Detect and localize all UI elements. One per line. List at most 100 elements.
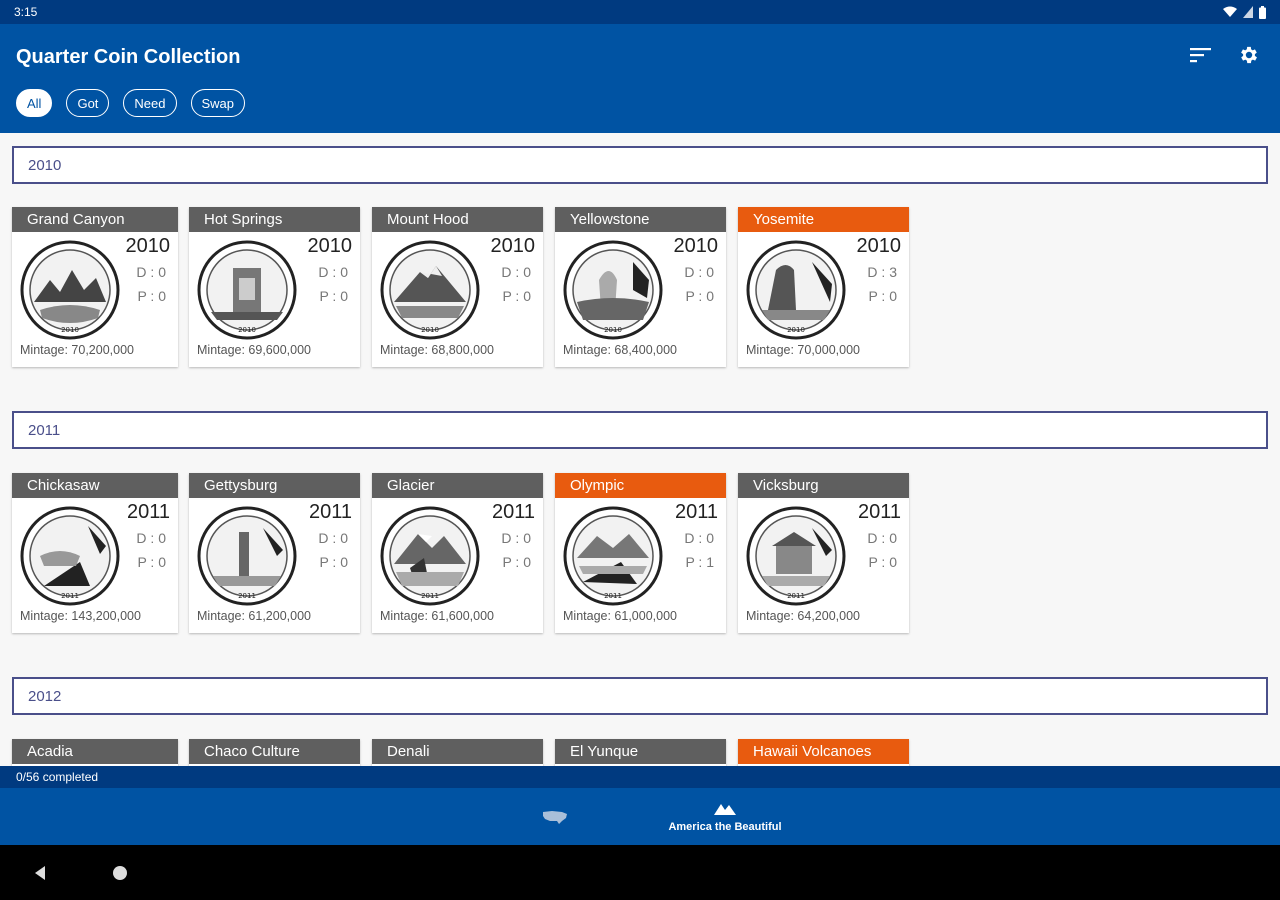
svg-text:2011: 2011 xyxy=(787,592,805,600)
filter-chip-need[interactable]: Need xyxy=(123,89,177,117)
coin-d-count: D : 0 xyxy=(684,530,714,546)
system-navigation-bar xyxy=(0,845,1280,900)
coin-name: Chickasaw xyxy=(12,473,178,498)
coin-d-count: D : 3 xyxy=(867,264,897,280)
year-header-2012: 2012 xyxy=(12,677,1268,715)
filter-chip-swap[interactable]: Swap xyxy=(190,89,246,117)
svg-text:2010: 2010 xyxy=(787,326,805,334)
coin-p-count: P : 0 xyxy=(319,554,348,570)
coin-card-chickasaw[interactable]: Chickasaw 2011 2011 D : 0 P : 0 Mintage:… xyxy=(12,473,178,633)
coin-p-count: P : 0 xyxy=(685,288,714,304)
nav-item-states[interactable] xyxy=(520,788,590,845)
coin-card-hot-springs[interactable]: Hot Springs 2010 2010 D : 0 P : 0 Mintag… xyxy=(189,207,360,367)
coin-d-count: D : 0 xyxy=(318,264,348,280)
coin-p-count: P : 0 xyxy=(502,288,531,304)
coin-year: 2011 xyxy=(308,501,352,523)
coin-image: 2011 xyxy=(746,506,846,606)
app-bar: Quarter Coin Collection All Got Need Swa… xyxy=(0,24,1280,133)
settings-button[interactable] xyxy=(1236,42,1262,68)
coin-name: Grand Canyon xyxy=(12,207,178,232)
coin-image: 2010 xyxy=(746,240,846,340)
coin-year: 2010 xyxy=(307,235,353,257)
usa-map-icon xyxy=(543,810,567,824)
coin-card-acadia[interactable]: Acadia xyxy=(12,739,178,766)
coin-p-count: P : 1 xyxy=(685,554,714,570)
coin-name: Chaco Culture xyxy=(189,739,360,764)
year-header-label: 2011 xyxy=(28,421,61,439)
coin-card-olympic[interactable]: Olympic 2011 2011 D : 0 P : 1 Mintage: 6… xyxy=(555,473,726,633)
coin-image: 2010 xyxy=(563,240,663,340)
gear-icon xyxy=(1241,46,1257,64)
coin-mintage: Mintage: 61,000,000 xyxy=(563,609,677,623)
coin-card-denali[interactable]: Denali xyxy=(372,739,543,766)
filter-chips: All Got Need Swap xyxy=(16,89,246,117)
year-header-label: 2012 xyxy=(28,687,62,705)
coin-year: 2011 xyxy=(674,501,718,523)
app-title: Quarter Coin Collection xyxy=(16,46,241,68)
home-button[interactable] xyxy=(108,861,132,885)
app-bar-actions xyxy=(1188,42,1262,68)
coin-year: 2010 xyxy=(490,235,536,257)
nav-item-label: America the Beautiful xyxy=(668,820,782,833)
coin-year: 2011 xyxy=(857,501,901,523)
nav-item-america-the-beautiful[interactable]: America the Beautiful xyxy=(650,788,800,845)
coin-p-count: P : 0 xyxy=(137,288,166,304)
coin-name: Hawaii Volcanoes xyxy=(738,739,909,764)
year-header-2011: 2011 xyxy=(12,411,1268,449)
svg-text:2011: 2011 xyxy=(238,592,256,600)
coin-card-glacier[interactable]: Glacier 2011 2011 D : 0 P : 0 Mintage: 6… xyxy=(372,473,543,633)
coin-d-count: D : 0 xyxy=(318,530,348,546)
filter-chip-got[interactable]: Got xyxy=(66,89,110,117)
wifi-icon xyxy=(1223,6,1237,17)
coin-mintage: Mintage: 70,000,000 xyxy=(746,343,860,357)
svg-text:2010: 2010 xyxy=(604,326,622,334)
coin-image: 2011 xyxy=(380,506,480,606)
coin-year: 2011 xyxy=(491,501,535,523)
coin-list[interactable]: 2010 Grand Canyon 2010 2010 D : 0 P : 0 … xyxy=(0,133,1280,766)
coin-name: El Yunque xyxy=(555,739,726,764)
year-header-label: 2010 xyxy=(28,156,62,174)
svg-text:2011: 2011 xyxy=(421,592,439,600)
coin-name: Gettysburg xyxy=(189,473,360,498)
coin-card-hawaii-volcanoes[interactable]: Hawaii Volcanoes xyxy=(738,739,909,766)
coin-p-count: P : 0 xyxy=(502,554,531,570)
coin-year: 2011 xyxy=(126,501,170,523)
coin-card-mount-hood[interactable]: Mount Hood 2010 2010 D : 0 P : 0 Mintage… xyxy=(372,207,543,367)
coin-d-count: D : 0 xyxy=(136,530,166,546)
coin-name: Acadia xyxy=(12,739,178,764)
coin-p-count: P : 0 xyxy=(868,288,897,304)
coin-d-count: D : 0 xyxy=(867,530,897,546)
coin-mintage: Mintage: 70,200,000 xyxy=(20,343,134,357)
coin-mintage: Mintage: 61,600,000 xyxy=(380,609,494,623)
coin-card-yosemite[interactable]: Yosemite 2010 2010 D : 3 P : 0 Mintage: … xyxy=(738,207,909,367)
home-icon xyxy=(113,866,127,880)
svg-text:2011: 2011 xyxy=(604,592,622,600)
coin-mintage: Mintage: 68,400,000 xyxy=(563,343,677,357)
sort-button[interactable] xyxy=(1188,42,1214,68)
coin-card-yellowstone[interactable]: Yellowstone 2010 2010 D : 0 P : 0 Mintag… xyxy=(555,207,726,367)
coin-card-chaco-culture[interactable]: Chaco Culture xyxy=(189,739,360,766)
coin-name: Yosemite xyxy=(738,207,909,232)
coin-name: Yellowstone xyxy=(555,207,726,232)
coin-image: 2011 xyxy=(20,506,120,606)
coin-card-gettysburg[interactable]: Gettysburg 2011 2011 D : 0 P : 0 Mintage… xyxy=(189,473,360,633)
completion-text: 0/56 completed xyxy=(16,770,99,784)
back-icon xyxy=(35,866,45,880)
back-button[interactable] xyxy=(28,861,52,885)
coin-mintage: Mintage: 64,200,000 xyxy=(746,609,860,623)
coin-image: 2010 xyxy=(380,240,480,340)
filter-chip-all[interactable]: All xyxy=(16,89,53,117)
coin-mintage: Mintage: 68,800,000 xyxy=(380,343,494,357)
coin-card-vicksburg[interactable]: Vicksburg 2011 2011 D : 0 P : 0 Mintage:… xyxy=(738,473,909,633)
coin-image: 2010 xyxy=(20,240,120,340)
coin-d-count: D : 0 xyxy=(136,264,166,280)
completion-status: 0/56 completed xyxy=(0,766,1280,788)
coin-card-grand-canyon[interactable]: Grand Canyon 2010 2010 D : 0 P : 0 Minta… xyxy=(12,207,178,367)
coin-card-el-yunque[interactable]: El Yunque xyxy=(555,739,726,766)
svg-text:2010: 2010 xyxy=(61,326,79,334)
coin-name: Glacier xyxy=(372,473,543,498)
status-bar: 3:15 xyxy=(0,0,1280,24)
coin-year: 2010 xyxy=(673,235,719,257)
coin-name: Denali xyxy=(372,739,543,764)
coin-mintage: Mintage: 61,200,000 xyxy=(197,609,311,623)
